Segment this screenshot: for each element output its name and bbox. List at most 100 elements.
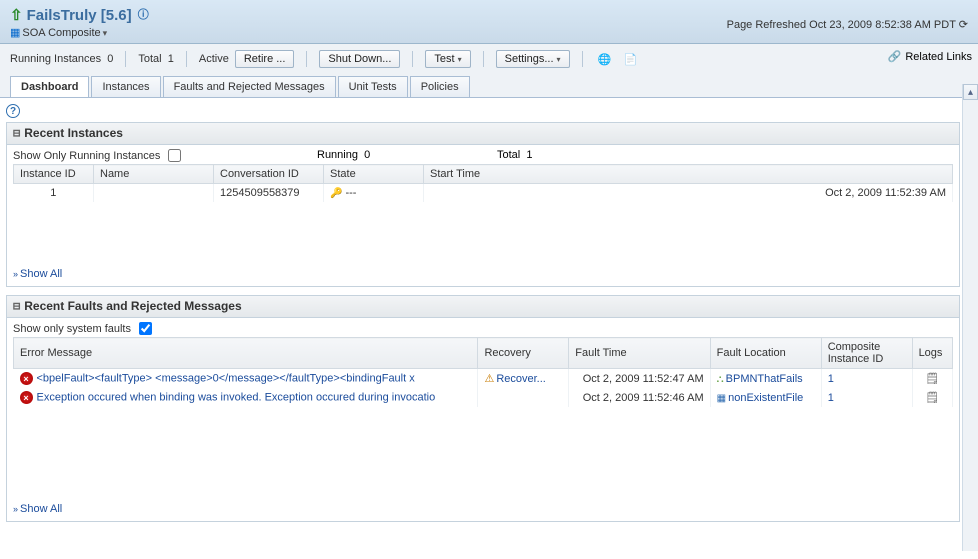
tab-bar: Dashboard Instances Faults and Rejected …	[10, 76, 968, 97]
col-instance-id[interactable]: Instance ID	[14, 165, 94, 184]
recover-link[interactable]: Recover...	[496, 373, 546, 385]
col-name[interactable]: Name	[94, 165, 214, 184]
col-start-time[interactable]: Start Time	[424, 165, 953, 184]
process-icon: ⛬	[717, 374, 724, 385]
col-fault-location[interactable]: Fault Location	[710, 338, 821, 369]
chevron-down-icon: ▾	[557, 55, 561, 64]
col-state[interactable]: State	[324, 165, 424, 184]
chevron-right-icon: »	[13, 504, 18, 514]
chevron-right-icon: »	[13, 269, 18, 279]
help-icon[interactable]: ?	[6, 104, 20, 118]
faults-table: Error Message Recovery Fault Time Fault …	[13, 337, 953, 407]
separator	[582, 51, 583, 67]
composite-instance-link[interactable]: 1	[828, 373, 834, 385]
recent-instances-header[interactable]: ⊟Recent Instances	[7, 123, 959, 145]
conversation-id: 1254509558379	[214, 184, 324, 203]
fault-time: Oct 2, 2009 11:52:47 AM	[569, 369, 710, 389]
chevron-down-icon: ▾	[458, 55, 462, 64]
xml-icon[interactable]: 📄	[621, 50, 641, 68]
show-all-faults[interactable]: »Show All	[13, 503, 953, 515]
recent-faults-body: Show only system faults Error Message Re…	[7, 318, 959, 521]
col-error-message[interactable]: Error Message	[14, 338, 478, 369]
recent-faults-header[interactable]: ⊟Recent Faults and Rejected Messages	[7, 296, 959, 318]
location-link[interactable]: nonExistentFile	[728, 392, 803, 404]
col-conversation-id[interactable]: Conversation ID	[214, 165, 324, 184]
page-header: ⇧FailsTruly [5.6] ⓘ ▦SOA Composite▾ Page…	[0, 0, 978, 44]
adapter-icon: ▦	[717, 393, 726, 404]
log-icon[interactable]: 🗒	[925, 373, 939, 385]
active-label: Active	[199, 53, 229, 65]
page-refreshed: Page Refreshed Oct 23, 2009 8:52:38 AM P…	[727, 18, 968, 31]
show-only-running-checkbox[interactable]	[168, 149, 181, 162]
recovery-cell: ⚠Recover...	[478, 369, 569, 389]
total-count: Total 1	[497, 149, 533, 161]
show-all-instances[interactable]: »Show All	[13, 268, 953, 280]
recovery-cell	[478, 388, 569, 407]
collapse-icon: ⊟	[13, 127, 20, 141]
table-row[interactable]: × <bpelFault><faultType> <message>0</mess…	[14, 369, 953, 389]
separator	[125, 51, 126, 67]
show-only-running-label: Show Only Running Instances	[13, 150, 160, 162]
info-icon[interactable]: ⓘ	[138, 9, 149, 21]
status-up-icon: ⇧	[10, 7, 23, 24]
error-message: × <bpelFault><faultType> <message>0</mess…	[14, 369, 478, 389]
globe-refresh-icon[interactable]: 🌐	[595, 50, 615, 68]
tab-policies[interactable]: Policies	[410, 76, 470, 97]
content-area: ? ⊟Recent Instances Show Only Running In…	[0, 98, 978, 559]
tab-dashboard[interactable]: Dashboard	[10, 76, 89, 97]
composite-instance-link[interactable]: 1	[828, 392, 834, 404]
instances-table: Instance ID Name Conversation ID State S…	[13, 164, 953, 202]
fault-location: ⛬BPMNThatFails	[710, 369, 821, 389]
log-icon[interactable]: 🗒	[925, 392, 939, 404]
chevron-down-icon: ▾	[103, 28, 108, 38]
col-composite-instance-id[interactable]: Composite Instance ID	[821, 338, 912, 369]
location-link[interactable]: BPMNThatFails	[726, 373, 803, 385]
refresh-clock-icon: ⟳	[959, 19, 968, 31]
related-links-label: Related Links	[905, 51, 972, 63]
table-row[interactable]: × Exception occured when binding was invo…	[14, 388, 953, 407]
related-links[interactable]: 🔗 Related Links	[888, 50, 972, 63]
col-logs[interactable]: Logs	[912, 338, 952, 369]
test-button[interactable]: Test▾	[425, 50, 470, 68]
shutdown-button[interactable]: Shut Down...	[319, 50, 400, 68]
toolbar: Running Instances 0 Total 1 Active Retir…	[0, 44, 978, 98]
separator	[483, 51, 484, 67]
instance-name	[94, 184, 214, 203]
error-link[interactable]: Exception occured when binding was invok…	[37, 392, 436, 404]
tab-faults[interactable]: Faults and Rejected Messages	[163, 76, 336, 97]
instance-id-link[interactable]: 1	[14, 184, 94, 203]
tab-unit-tests[interactable]: Unit Tests	[338, 76, 408, 97]
table-row[interactable]: 1 1254509558379 🔑--- Oct 2, 2009 11:52:3…	[14, 184, 953, 203]
recent-faults-panel: ⊟Recent Faults and Rejected Messages Sho…	[6, 295, 960, 522]
separator	[412, 51, 413, 67]
error-message: × Exception occured when binding was invo…	[14, 388, 478, 407]
retire-button[interactable]: Retire ...	[235, 50, 295, 68]
total-label: Total 1	[138, 53, 174, 65]
composite-icon: ▦	[10, 27, 20, 39]
running-instances-label: Running Instances 0	[10, 53, 113, 65]
col-recovery[interactable]: Recovery	[478, 338, 569, 369]
instance-state: 🔑---	[324, 184, 424, 203]
link-icon: 🔗	[888, 50, 902, 63]
title-text: FailsTruly [5.6]	[27, 7, 132, 24]
show-only-system-faults-label: Show only system faults	[13, 323, 131, 335]
error-icon: ×	[20, 372, 33, 385]
error-link[interactable]: <bpelFault><faultType> <message>0</messa…	[37, 373, 415, 385]
recovery-icon: ⚠	[484, 373, 494, 385]
key-icon: 🔑	[330, 188, 342, 199]
separator	[306, 51, 307, 67]
col-fault-time[interactable]: Fault Time	[569, 338, 710, 369]
show-only-system-faults-checkbox[interactable]	[139, 322, 152, 335]
collapse-icon: ⊟	[13, 300, 20, 314]
error-icon: ×	[20, 391, 33, 404]
fault-time: Oct 2, 2009 11:52:46 AM	[569, 388, 710, 407]
recent-instances-body: Show Only Running Instances Running 0 To…	[7, 145, 959, 286]
running-count: Running 0	[317, 149, 370, 161]
separator	[186, 51, 187, 67]
fault-location: ▦nonExistentFile	[710, 388, 821, 407]
settings-button[interactable]: Settings...▾	[496, 50, 570, 68]
start-time: Oct 2, 2009 11:52:39 AM	[424, 184, 953, 203]
recent-instances-panel: ⊟Recent Instances Show Only Running Inst…	[6, 122, 960, 287]
breadcrumb-text: SOA Composite	[22, 27, 100, 39]
tab-instances[interactable]: Instances	[91, 76, 160, 97]
